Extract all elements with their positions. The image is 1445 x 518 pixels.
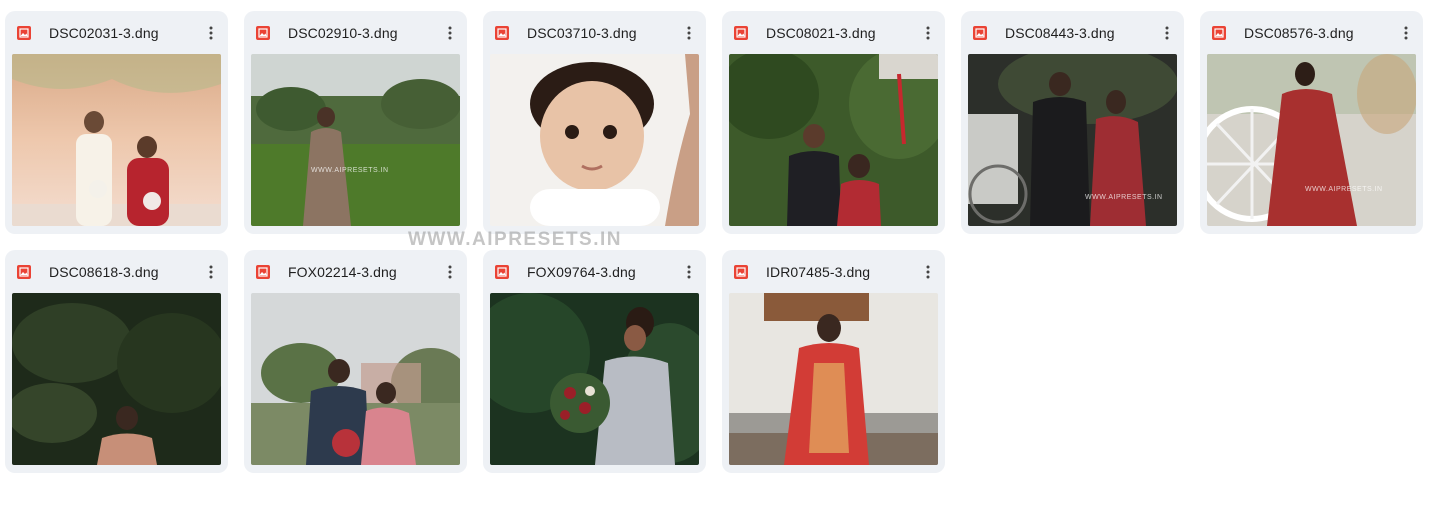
more-vertical-icon[interactable] (1395, 21, 1417, 45)
file-grid: DSC02031-3.dng DSC02910-3.dng WWW.AIPRES… (0, 0, 1445, 518)
image-file-icon (734, 26, 748, 40)
file-thumbnail[interactable] (729, 293, 938, 465)
file-name: DSC08576-3.dng (1244, 25, 1354, 41)
file-name: DSC03710-3.dng (527, 25, 637, 41)
image-file-icon (1212, 26, 1226, 40)
file-name: DSC02031-3.dng (49, 25, 159, 41)
file-card-header: DSC03710-3.dng (483, 11, 706, 54)
more-vertical-icon[interactable] (678, 260, 700, 284)
file-card-header: IDR07485-3.dng (722, 250, 945, 293)
image-file-icon (17, 265, 31, 279)
file-card[interactable]: DSC08443-3.dng WWW.AIPRESETS.IN (961, 11, 1184, 234)
more-vertical-icon[interactable] (200, 260, 222, 284)
file-name: DSC08021-3.dng (766, 25, 876, 41)
more-vertical-icon[interactable] (439, 21, 461, 45)
more-vertical-icon[interactable] (917, 260, 939, 284)
file-thumbnail[interactable] (12, 293, 221, 465)
more-vertical-icon[interactable] (678, 21, 700, 45)
file-thumbnail[interactable] (490, 54, 699, 226)
thumbnail-watermark: WWW.AIPRESETS.IN (1305, 186, 1383, 193)
image-file-icon (495, 26, 509, 40)
file-thumbnail[interactable]: WWW.AIPRESETS.IN (1207, 54, 1416, 226)
file-thumbnail[interactable]: WWW.AIPRESETS.IN (968, 54, 1177, 226)
file-thumbnail[interactable] (729, 54, 938, 226)
file-name: FOX09764-3.dng (527, 264, 636, 280)
file-card[interactable]: DSC02910-3.dng WWW.AIPRESETS.IN (244, 11, 467, 234)
file-card-header: DSC02910-3.dng (244, 11, 467, 54)
file-card-header: DSC02031-3.dng (5, 11, 228, 54)
more-vertical-icon[interactable] (439, 260, 461, 284)
file-thumbnail[interactable] (12, 54, 221, 226)
file-card-header: FOX02214-3.dng (244, 250, 467, 293)
more-vertical-icon[interactable] (1156, 21, 1178, 45)
file-card[interactable]: FOX09764-3.dng (483, 250, 706, 473)
file-card-header: DSC08576-3.dng (1200, 11, 1423, 54)
file-thumbnail[interactable]: WWW.AIPRESETS.IN (251, 54, 460, 226)
image-file-icon (256, 26, 270, 40)
file-card-header: DSC08618-3.dng (5, 250, 228, 293)
more-vertical-icon[interactable] (200, 21, 222, 45)
file-name: DSC08618-3.dng (49, 264, 159, 280)
thumbnail-watermark: WWW.AIPRESETS.IN (311, 167, 389, 174)
file-name: DSC08443-3.dng (1005, 25, 1115, 41)
page-watermark: WWW.AIPRESETS.IN (408, 229, 622, 250)
image-file-icon (495, 265, 509, 279)
thumbnail-watermark: WWW.AIPRESETS.IN (1085, 194, 1163, 201)
file-card-header: FOX09764-3.dng (483, 250, 706, 293)
file-card[interactable]: FOX02214-3.dng (244, 250, 467, 473)
file-name: DSC02910-3.dng (288, 25, 398, 41)
file-name: IDR07485-3.dng (766, 264, 871, 280)
file-thumbnail[interactable] (251, 293, 460, 465)
file-card[interactable]: DSC03710-3.dng (483, 11, 706, 234)
image-file-icon (17, 26, 31, 40)
file-card[interactable]: DSC08576-3.dng WWW.AIPRESETS.IN (1200, 11, 1423, 234)
file-card[interactable]: IDR07485-3.dng (722, 250, 945, 473)
file-name: FOX02214-3.dng (288, 264, 397, 280)
more-vertical-icon[interactable] (917, 21, 939, 45)
file-thumbnail[interactable] (490, 293, 699, 465)
file-card-header: DSC08021-3.dng (722, 11, 945, 54)
file-card[interactable]: DSC08618-3.dng (5, 250, 228, 473)
image-file-icon (973, 26, 987, 40)
file-card[interactable]: DSC02031-3.dng (5, 11, 228, 234)
file-card[interactable]: DSC08021-3.dng (722, 11, 945, 234)
image-file-icon (256, 265, 270, 279)
image-file-icon (734, 265, 748, 279)
file-card-header: DSC08443-3.dng (961, 11, 1184, 54)
